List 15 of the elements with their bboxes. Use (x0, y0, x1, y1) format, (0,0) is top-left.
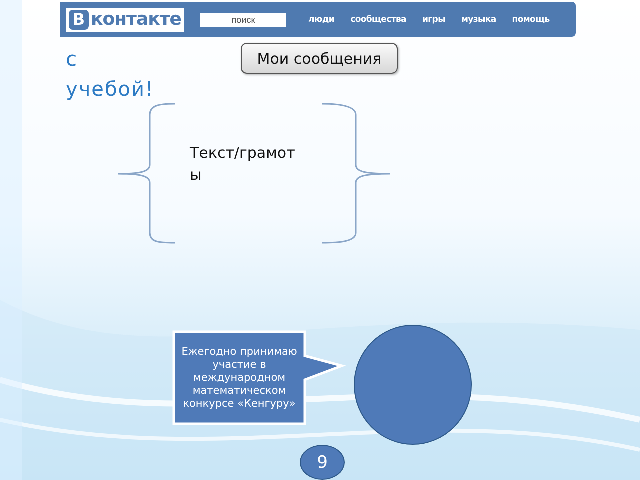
nav-link[interactable]: сообщества (350, 14, 406, 24)
nav-link[interactable]: музыка (461, 14, 496, 24)
brace-text: Текст/грамоты (190, 143, 296, 186)
nav-link[interactable]: игры (422, 14, 446, 24)
logo-text: контакте (91, 9, 182, 30)
nav-link[interactable]: люди (308, 14, 335, 24)
logo[interactable]: В контакте (66, 8, 184, 32)
logo-badge: В (69, 10, 89, 30)
heading-text: учебой! (66, 76, 155, 103)
page-number: 9 (300, 445, 345, 480)
callout-text: Ежегодно принимаю участие в международном математическом конкурсе «Кенгуру» (180, 344, 298, 412)
nav-link[interactable]: помощь (512, 14, 550, 24)
search-field[interactable]: поиск (200, 12, 286, 26)
messages-button[interactable]: Мои сообщения (241, 43, 398, 74)
heading-text: с (66, 46, 79, 73)
